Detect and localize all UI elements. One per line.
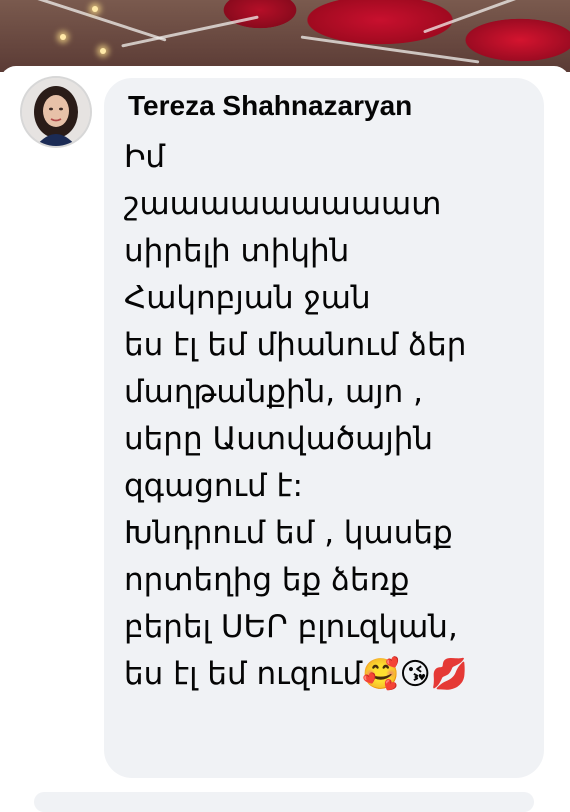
comment-line: որտեղից եք ձեռք: [124, 562, 410, 598]
comment-line-text: ես էլ եմ ուզում: [124, 656, 363, 692]
comment-line: զգացում է:: [124, 468, 303, 504]
comment-bubble: Tereza Shahnazaryan Իմ շաաաաաաաաատ սիրել…: [104, 78, 544, 778]
emoji-reaction-icons: 🥰😘💋: [362, 657, 469, 692]
comment-author[interactable]: Tereza Shahnazaryan: [128, 90, 412, 122]
comment-line: սերը Աստվածային: [124, 421, 434, 457]
comment-text: Իմ շաաաաաաաաատ սիրելի տիկին Հակոբյան ջան…: [124, 134, 468, 698]
comment-line-last: ես էլ եմ ուզում🥰😘💋: [124, 651, 468, 698]
comment-line: ես էլ եմ միանում ձեր: [124, 327, 467, 363]
cover-photo: [0, 0, 570, 72]
comment-line: շաաաաաաաաատ: [124, 186, 442, 222]
comment-line: սիրելի տիկին: [124, 233, 350, 269]
comment-line: բերել ՍԵՐ բլուզկան,: [124, 609, 458, 645]
comment-line: Խնդրում եմ , կասեք: [124, 515, 453, 551]
avatar-photo-icon: [22, 78, 90, 146]
comment-line: Հակոբյան ջան: [124, 280, 371, 316]
comment-line: մաղթանքին, այո ,: [124, 374, 423, 410]
avatar[interactable]: [22, 78, 90, 146]
next-comment-bubble: [34, 792, 534, 812]
comment-line: Իմ: [124, 139, 166, 175]
